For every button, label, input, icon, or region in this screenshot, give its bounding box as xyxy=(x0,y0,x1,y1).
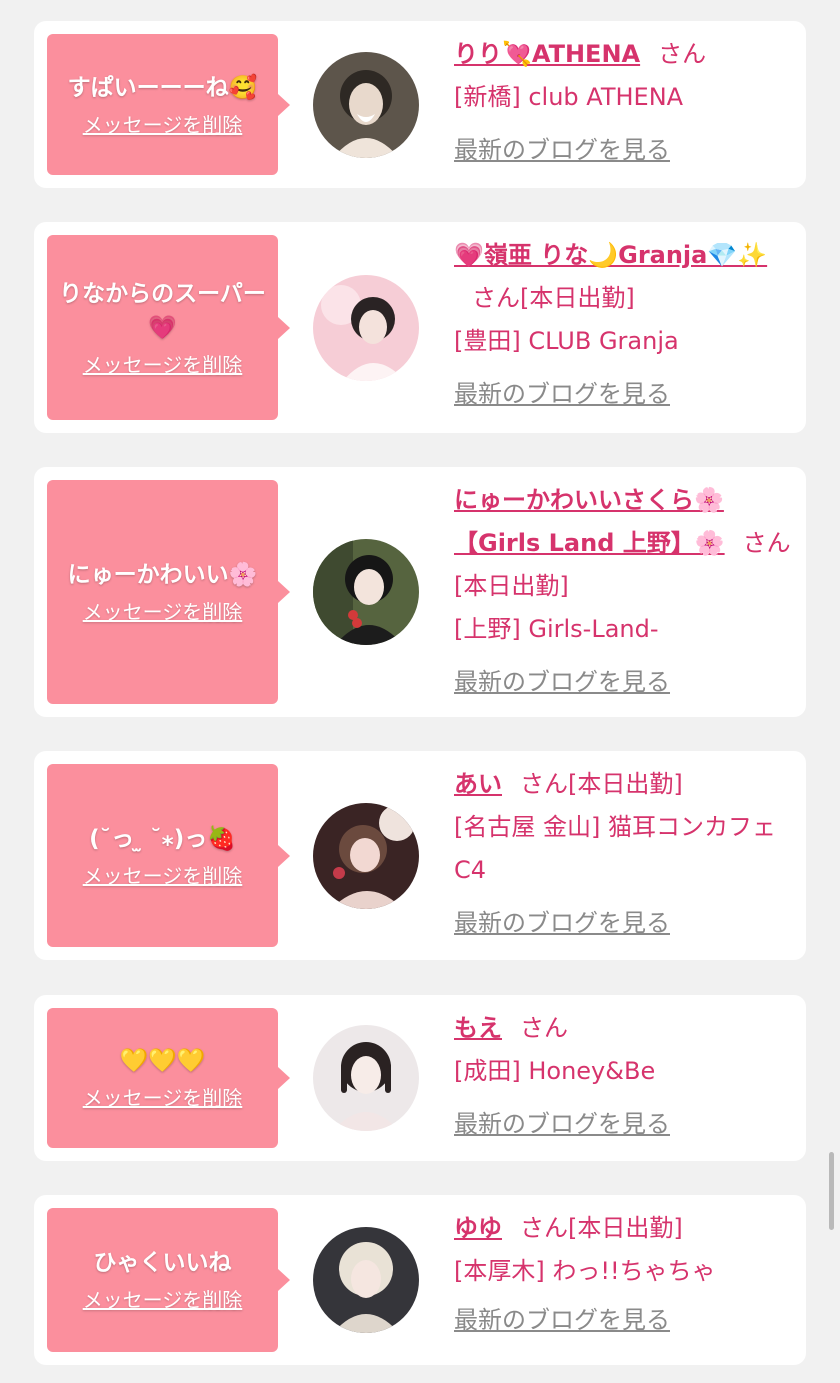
profile-info: にゅーかわいいさくら🌸【Girls Land 上野】🌸 さん [本日出勤] [上野]… xyxy=(454,479,794,704)
delete-message-link[interactable]: メッセージを削除 xyxy=(83,1084,243,1112)
avatar[interactable] xyxy=(313,1025,419,1131)
message-bubble: りなからのスーパー💗 メッセージを削除 xyxy=(47,235,290,420)
avatar[interactable] xyxy=(313,275,419,381)
profile-name-link[interactable]: にゅーかわいいさくら🌸【Girls Land 上野】🌸 xyxy=(454,486,725,557)
honorific: さん xyxy=(520,770,568,798)
shop-name: [上野] Girls-Land- xyxy=(454,615,659,643)
profile-info: ゆゆ さん[本日出勤] [本厚木] わっ!!ちゃちゃ 最新のブログを見る xyxy=(454,1207,794,1342)
message-card: にゅーかわいい🌸 メッセージを削除 にゅーかわいいさくら🌸【Girls Land… xyxy=(34,467,806,717)
scrollbar[interactable] xyxy=(829,1152,834,1230)
shop-name: [名古屋 金山] 猫耳コンカフェ C4 xyxy=(454,813,776,884)
latest-blog-link[interactable]: 最新のブログを見る xyxy=(454,373,670,416)
shop-name: [成田] Honey&Be xyxy=(454,1057,656,1085)
profile-info: 💗嶺亜 りな🌙Granja💎✨ さん[本日出勤] [豊田] CLUB Granja… xyxy=(454,234,794,416)
profile-name-link[interactable]: もえ xyxy=(454,1014,502,1042)
avatar-photo-icon xyxy=(313,275,419,381)
profile-info: りり💘ATHENA さん [新橋] club ATHENA 最新のブログを見る xyxy=(454,33,794,172)
delete-message-link[interactable]: メッセージを削除 xyxy=(83,862,243,890)
message-card: (˘っ ̫ ˘⁎)っ🍓 メッセージを削除 あい さん[本日出勤] [名古屋 金山]… xyxy=(34,751,806,960)
latest-blog-link[interactable]: 最新のブログを見る xyxy=(454,661,670,704)
profile-info: もえ さん [成田] Honey&Be 最新のブログを見る xyxy=(454,1007,794,1146)
message-bubble: にゅーかわいい🌸 メッセージを削除 xyxy=(47,480,290,704)
avatar-photo-icon xyxy=(313,803,419,909)
work-status: [本日出勤] xyxy=(454,572,569,600)
avatar-photo-icon xyxy=(313,539,419,645)
profile-name-link[interactable]: 💗嶺亜 りな🌙Granja💎✨ xyxy=(454,241,767,269)
profile-name-link[interactable]: あい xyxy=(454,770,502,798)
latest-blog-link[interactable]: 最新のブログを見る xyxy=(454,1103,670,1146)
shop-name: [豊田] CLUB Granja xyxy=(454,327,679,355)
honorific: さん xyxy=(520,1014,568,1042)
message-text: (˘っ ̫ ˘⁎)っ🍓 xyxy=(89,825,236,852)
delete-message-link[interactable]: メッセージを削除 xyxy=(83,111,243,139)
delete-message-link[interactable]: メッセージを削除 xyxy=(83,1286,243,1314)
avatar[interactable] xyxy=(313,1227,419,1333)
latest-blog-link[interactable]: 最新のブログを見る xyxy=(454,902,670,945)
latest-blog-link[interactable]: 最新のブログを見る xyxy=(454,1299,670,1342)
work-status: [本日出勤] xyxy=(520,284,635,312)
avatar[interactable] xyxy=(313,539,419,645)
honorific: さん xyxy=(472,284,520,312)
honorific: さん xyxy=(742,529,791,557)
message-bubble: すぱいーーーね🥰 メッセージを削除 xyxy=(47,34,290,175)
profile-info: あい さん[本日出勤] [名古屋 金山] 猫耳コンカフェ C4 最新のブログを見る xyxy=(454,763,794,945)
avatar-photo-icon xyxy=(313,1227,419,1333)
message-bubble: ひゃくいいね メッセージを削除 xyxy=(47,1208,290,1352)
shop-name: [本厚木] わっ!!ちゃちゃ xyxy=(454,1257,716,1285)
profile-name-link[interactable]: りり💘ATHENA xyxy=(454,40,640,68)
honorific: さん xyxy=(520,1214,568,1242)
message-bubble: 💛💛💛 メッセージを削除 xyxy=(47,1008,290,1148)
message-card: りなからのスーパー💗 メッセージを削除 💗嶺亜 りな🌙Granja💎✨ さん[本日… xyxy=(34,222,806,433)
message-card: すぱいーーーね🥰 メッセージを削除 りり💘ATHENA さん [新橋] club … xyxy=(34,21,806,188)
avatar[interactable] xyxy=(313,803,419,909)
message-bubble: (˘っ ̫ ˘⁎)っ🍓 メッセージを削除 xyxy=(47,764,290,947)
latest-blog-link[interactable]: 最新のブログを見る xyxy=(454,129,670,172)
work-status: [本日出勤] xyxy=(568,1214,683,1242)
message-text: にゅーかわいい🌸 xyxy=(67,562,258,588)
delete-message-link[interactable]: メッセージを削除 xyxy=(83,351,243,379)
message-text: りなからのスーパー💗 xyxy=(59,280,266,341)
message-card: 💛💛💛 メッセージを削除 もえ さん [成田] Honey&Be 最新のブログを見… xyxy=(34,995,806,1161)
work-status: [本日出勤] xyxy=(568,770,683,798)
message-text: すぱいーーーね🥰 xyxy=(67,74,258,101)
avatar[interactable] xyxy=(313,52,419,158)
avatar-photo-icon xyxy=(313,52,419,158)
message-text: 💛💛💛 xyxy=(119,1048,206,1074)
avatar-photo-icon xyxy=(313,1025,419,1131)
delete-message-link[interactable]: メッセージを削除 xyxy=(83,598,243,626)
message-text: ひゃくいいね xyxy=(93,1250,232,1276)
shop-name: [新橋] club ATHENA xyxy=(454,83,684,111)
message-card: ひゃくいいね メッセージを削除 ゆゆ さん[本日出勤] [本厚木] わっ!!ちゃち… xyxy=(34,1195,806,1365)
profile-name-link[interactable]: ゆゆ xyxy=(454,1214,502,1242)
honorific: さん xyxy=(658,40,707,68)
